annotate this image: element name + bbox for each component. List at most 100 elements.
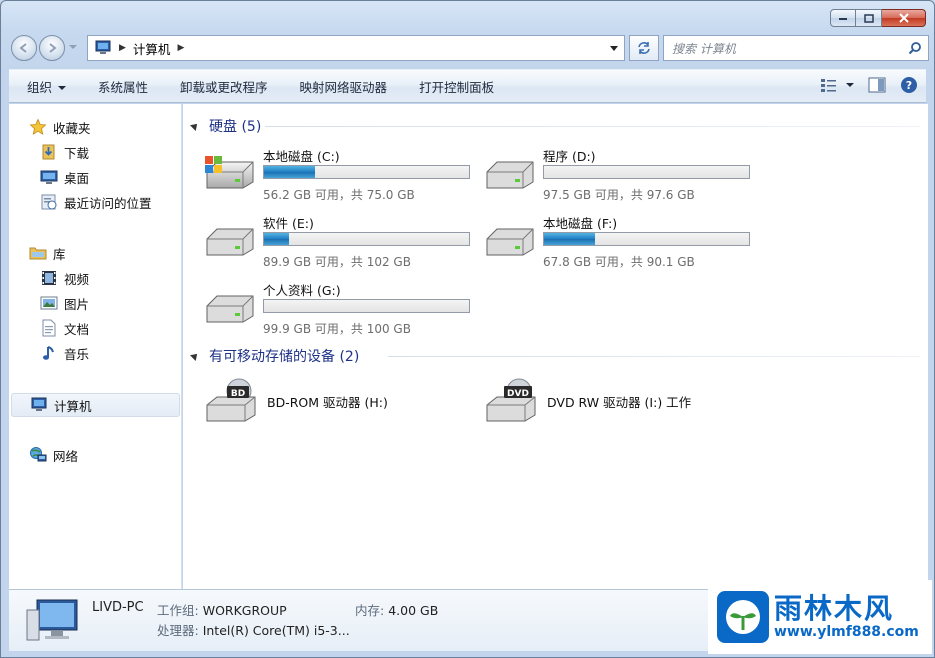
close-icon xyxy=(898,13,909,23)
workgroup-value: WORKGROUP xyxy=(202,603,287,618)
sidebar-item-computer[interactable]: 计算机 xyxy=(11,393,180,417)
computer-icon xyxy=(95,40,111,54)
help-icon: ? xyxy=(901,77,917,93)
sidebar-label: 桌面 xyxy=(64,170,90,186)
address-history-dropdown[interactable] xyxy=(610,46,618,51)
library-folder-icon xyxy=(29,247,47,260)
minimize-button[interactable] xyxy=(830,9,856,27)
group-title: 有可移动存储的设备 (2) xyxy=(209,349,360,365)
search-icon[interactable] xyxy=(908,41,922,55)
breadcrumb-computer[interactable]: 计算机 xyxy=(133,39,171,58)
back-button[interactable] xyxy=(11,35,37,61)
sidebar-item-desktop[interactable]: 桌面 xyxy=(40,166,89,188)
drive-space-text: 97.5 GB 可用，共 97.6 GB xyxy=(543,188,695,202)
video-icon xyxy=(42,271,56,285)
documents-icon xyxy=(42,319,56,337)
sidebar-label: 库 xyxy=(53,246,66,262)
forward-button[interactable] xyxy=(39,35,65,61)
optical-drive-item[interactable]: DVD DVD RW 驱动器 (I:) 工作 xyxy=(483,376,691,426)
drive-name: 程序 (D:) xyxy=(543,149,596,164)
maximize-icon xyxy=(863,13,874,23)
watermark: 雨林木风 www.ylmf888.com xyxy=(708,580,932,654)
breadcrumb-arrow-icon[interactable]: ▶ xyxy=(177,43,184,53)
close-button[interactable] xyxy=(882,9,926,27)
recent-pages-dropdown[interactable] xyxy=(69,45,77,49)
removable-group-header[interactable]: 有可移动存储的设备 (2) xyxy=(190,346,360,366)
drive-name: 本地磁盘 (F:) xyxy=(543,216,618,231)
sidebar-item-documents[interactable]: 文档 xyxy=(40,317,89,339)
drive-usage-bar xyxy=(263,232,470,246)
chevron-down-icon xyxy=(58,86,67,90)
drive-item[interactable]: 程序 (D:) 97.5 GB 可用，共 97.6 GB xyxy=(483,146,763,208)
sidebar-item-favorites[interactable]: 收藏夹 xyxy=(29,116,91,138)
sidebar-item-videos[interactable]: 视频 xyxy=(40,267,89,289)
sidebar-item-network[interactable]: 网络 xyxy=(29,444,78,466)
network-icon xyxy=(30,447,47,462)
computer-icon xyxy=(26,599,78,641)
memory-label: 内存: xyxy=(355,603,385,618)
breadcrumb-arrow-icon[interactable]: ▶ xyxy=(119,43,126,53)
content-pane: 硬盘 (5) 本地磁盘 (C:) 56.2 GB 可用，共 75.0 GB 程序… xyxy=(183,104,928,589)
sidebar-item-recent-places[interactable]: 最近访问的位置 xyxy=(40,191,152,213)
open-control-panel-button[interactable]: 打开控制面板 xyxy=(403,77,510,96)
organize-menu[interactable]: 组织 xyxy=(9,77,82,96)
drive-name: 软件 (E:) xyxy=(263,216,314,231)
processor-label: 处理器: xyxy=(157,623,199,638)
change-view-button[interactable] xyxy=(820,78,854,92)
sidebar-item-pictures[interactable]: 图片 xyxy=(40,292,89,314)
address-bar[interactable]: ▶ 计算机 ▶ xyxy=(87,35,625,61)
drive-space-text: 99.9 GB 可用，共 100 GB xyxy=(263,322,411,336)
navigation-bar: ▶ 计算机 ▶ 搜索 计算机 xyxy=(9,33,929,61)
group-divider xyxy=(265,126,920,127)
drive-name: 本地磁盘 (C:) xyxy=(263,149,340,164)
drive-item[interactable]: 本地磁盘 (C:) 56.2 GB 可用，共 75.0 GB xyxy=(203,146,483,208)
hard-disks-group-header[interactable]: 硬盘 (5) xyxy=(190,116,262,136)
sidebar-item-downloads[interactable]: 下载 xyxy=(40,141,89,163)
hard-drive-icon xyxy=(483,219,537,262)
collapse-triangle-icon xyxy=(190,351,200,361)
group-divider xyxy=(388,356,920,357)
drive-item[interactable]: 软件 (E:) 89.9 GB 可用，共 102 GB xyxy=(203,213,483,275)
drive-usage-fill xyxy=(264,166,316,178)
back-arrow-icon xyxy=(19,43,27,53)
view-controls: ? xyxy=(806,76,918,94)
help-button[interactable]: ? xyxy=(900,76,918,94)
sidebar-label: 计算机 xyxy=(54,398,92,414)
drive-usage-bar xyxy=(263,299,470,313)
drive-item[interactable]: 个人资料 (G:) 99.9 GB 可用，共 100 GB xyxy=(203,280,483,342)
uninstall-program-button[interactable]: 卸载或更改程序 xyxy=(164,77,284,96)
drive-space-text: 89.9 GB 可用，共 102 GB xyxy=(263,255,411,269)
memory-info: 内存: 4.00 GB xyxy=(355,600,438,619)
drive-item[interactable]: 本地磁盘 (F:) 67.8 GB 可用，共 90.1 GB xyxy=(483,213,763,275)
search-box[interactable]: 搜索 计算机 xyxy=(663,35,929,61)
sidebar-label: 文档 xyxy=(64,321,90,337)
group-title: 硬盘 (5) xyxy=(209,119,262,135)
organize-label: 组织 xyxy=(27,79,53,95)
drive-usage-bar xyxy=(543,165,750,179)
sidebar-label: 图片 xyxy=(64,296,90,312)
windows-drive-icon xyxy=(203,152,257,195)
system-properties-button[interactable]: 系统属性 xyxy=(82,77,164,96)
desktop-icon xyxy=(40,170,58,184)
search-input[interactable]: 搜索 计算机 xyxy=(672,40,908,57)
preview-pane-button[interactable] xyxy=(868,77,886,93)
collapse-triangle-icon xyxy=(190,121,200,131)
refresh-icon xyxy=(638,42,650,54)
watermark-url: www.ylmf888.com xyxy=(774,624,919,640)
sidebar-label: 音乐 xyxy=(64,346,90,362)
view-options-icon xyxy=(821,79,836,92)
minimize-icon xyxy=(839,18,847,20)
command-bar: 组织 系统属性 卸载或更改程序 映射网络驱动器 打开控制面板 ? xyxy=(9,69,926,103)
maximize-button[interactable] xyxy=(856,9,882,27)
chevron-down-icon[interactable] xyxy=(846,83,854,87)
sidebar-item-libraries[interactable]: 库 xyxy=(29,242,66,264)
pictures-icon xyxy=(40,296,58,310)
memory-value: 4.00 GB xyxy=(388,603,439,618)
sidebar-item-music[interactable]: 音乐 xyxy=(40,342,89,364)
pc-name: LIVD-PC xyxy=(92,600,144,615)
refresh-button[interactable] xyxy=(629,35,659,61)
map-network-drive-button[interactable]: 映射网络驱动器 xyxy=(284,77,404,96)
optical-drive-item[interactable]: BD BD-ROM 驱动器 (H:) xyxy=(203,376,388,426)
workgroup-info: 工作组: WORKGROUP xyxy=(157,600,287,619)
sidebar-label: 视频 xyxy=(64,271,90,287)
